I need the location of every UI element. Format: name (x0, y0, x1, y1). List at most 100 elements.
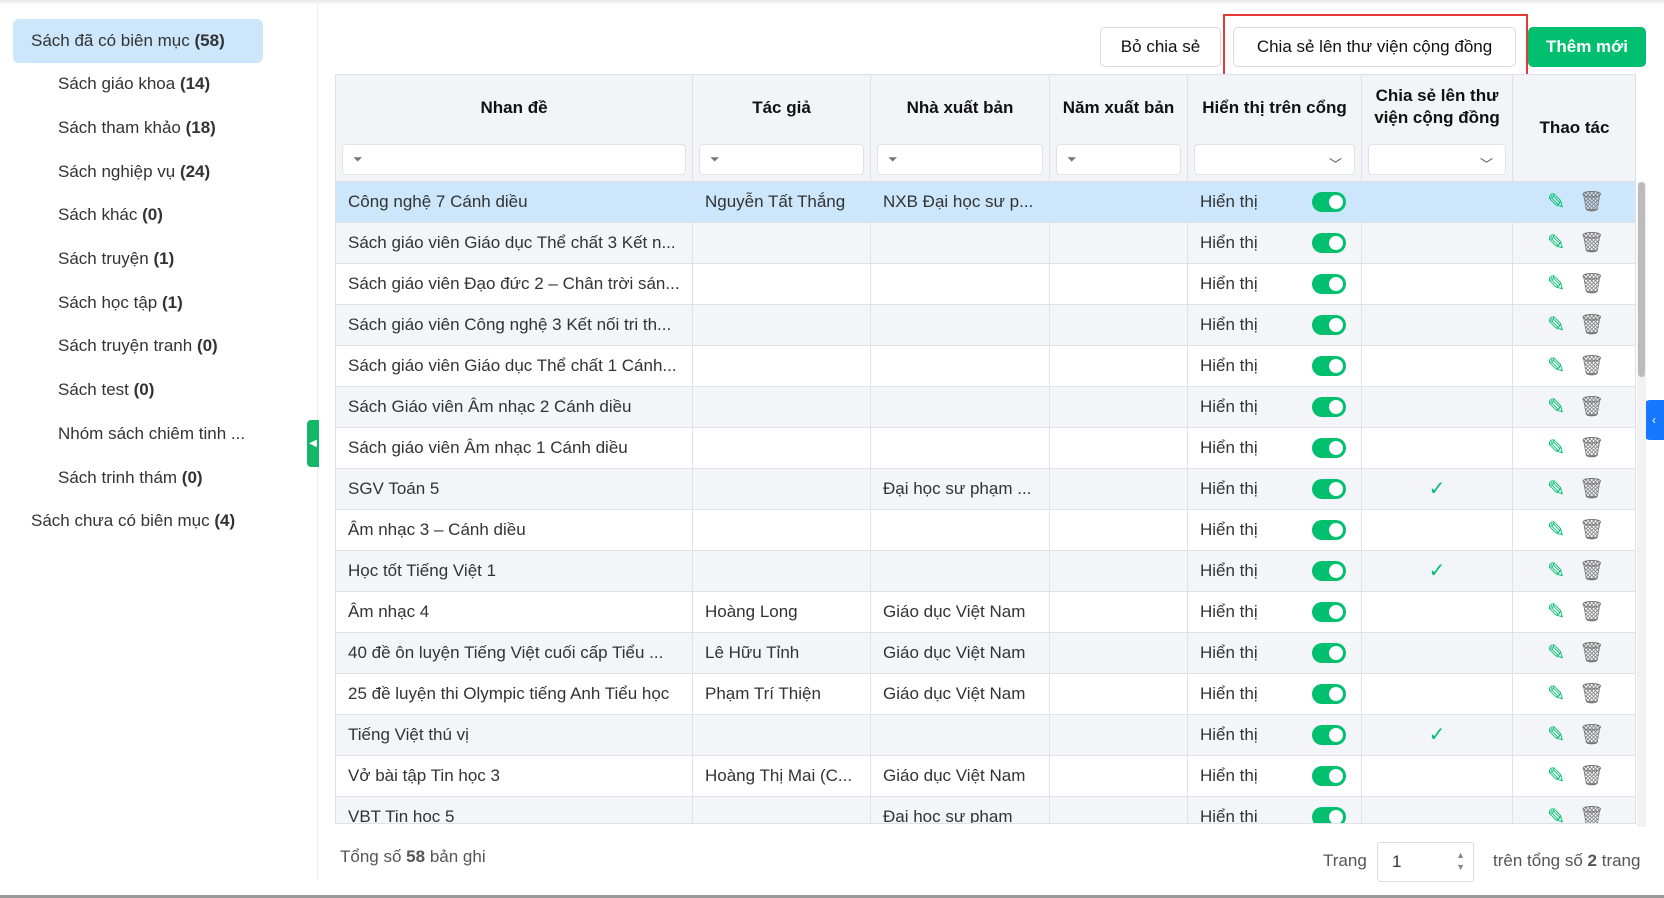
display-toggle[interactable] (1312, 520, 1346, 540)
edit-icon[interactable]: ✎ (1547, 797, 1565, 823)
trash-icon[interactable]: 🗑︎ (1579, 346, 1604, 386)
sidebar-item-category[interactable]: Sách truyện (1) (58, 237, 174, 281)
edit-icon[interactable]: ✎ (1547, 428, 1565, 468)
sidebar-item-category[interactable]: Sách nghiệp vụ (24) (58, 150, 210, 194)
display-toggle[interactable] (1312, 397, 1346, 417)
table-row[interactable]: Âm nhạc 4 Hoàng Long Giáo dục Việt Nam Hiển… (336, 592, 1635, 633)
trash-icon[interactable]: 🗑︎ (1579, 797, 1604, 823)
display-toggle[interactable] (1312, 315, 1346, 335)
cell-year (1050, 674, 1188, 714)
publisher-filter-input[interactable]: ⏷ (877, 144, 1043, 175)
cell-author (693, 797, 871, 823)
table-row[interactable]: 25 đề luyện thi Olympic tiếng Anh Tiểu h… (336, 674, 1635, 715)
display-toggle[interactable] (1312, 438, 1346, 458)
display-toggle[interactable] (1312, 233, 1346, 253)
sidebar-item-label: Sách học tập (58, 293, 158, 312)
display-toggle[interactable] (1312, 561, 1346, 581)
trash-icon[interactable]: 🗑︎ (1579, 756, 1604, 796)
display-filter-select[interactable]: ﹀ (1194, 144, 1355, 175)
page-input[interactable]: 1 ▲ ▼ (1377, 842, 1474, 882)
year-filter-input[interactable]: ⏷ (1056, 144, 1181, 175)
edit-icon[interactable]: ✎ (1547, 469, 1565, 509)
display-toggle[interactable] (1312, 766, 1346, 786)
table-row[interactable]: Sách giáo viên Giáo dục Thể chất 1 Cánh.… (336, 346, 1635, 387)
sidebar-item-category[interactable]: Nhóm sách chiêm tinh ... (58, 412, 245, 456)
edit-icon[interactable]: ✎ (1547, 387, 1565, 427)
trash-icon[interactable]: 🗑︎ (1579, 428, 1604, 468)
cell-display: Hiển thị (1188, 428, 1362, 468)
edit-icon[interactable]: ✎ (1547, 633, 1565, 673)
collapse-sidebar-button[interactable]: ◀ (307, 420, 319, 467)
table-row[interactable]: Sách giáo viên Giáo dục Thể chất 3 Kết n… (336, 223, 1635, 264)
edit-icon[interactable]: ✎ (1547, 551, 1565, 591)
trash-icon[interactable]: 🗑︎ (1579, 674, 1604, 714)
edit-icon[interactable]: ✎ (1547, 510, 1565, 550)
trash-icon[interactable]: 🗑︎ (1579, 223, 1604, 263)
sidebar-item-category[interactable]: Sách truyện tranh (0) (58, 324, 218, 368)
display-toggle[interactable] (1312, 192, 1346, 212)
trash-icon[interactable]: 🗑︎ (1579, 182, 1604, 222)
display-toggle[interactable] (1312, 356, 1346, 376)
sidebar-item-category[interactable]: Sách tham khảo (18) (58, 106, 216, 150)
table-row[interactable]: VBT Tin học 5 Đại học sư phạm Hiển thị ✎ 🗑︎ (336, 797, 1635, 823)
table-row[interactable]: 40 đề ôn luyện Tiếng Việt cuối cấp Tiểu … (336, 633, 1635, 674)
edit-icon[interactable]: ✎ (1547, 305, 1565, 345)
edit-icon[interactable]: ✎ (1547, 756, 1565, 796)
edit-icon[interactable]: ✎ (1547, 346, 1565, 386)
edit-icon[interactable]: ✎ (1547, 264, 1565, 304)
table-row[interactable]: Vở bài tập Tin học 3 Hoàng Thị Mai (C... G… (336, 756, 1635, 797)
expand-panel-button[interactable]: ‹ (1644, 400, 1664, 440)
sidebar-item-uncataloged[interactable]: Sách chưa có biên mục (4) (31, 499, 235, 543)
author-filter-input[interactable]: ⏷ (699, 144, 864, 175)
display-toggle[interactable] (1312, 684, 1346, 704)
trash-icon[interactable]: 🗑︎ (1579, 551, 1604, 591)
table-row[interactable]: Sách giáo viên Âm nhạc 1 Cánh diều Hiển t… (336, 428, 1635, 469)
table-scrollbar[interactable] (1637, 182, 1646, 827)
edit-icon[interactable]: ✎ (1547, 223, 1565, 263)
table-row[interactable]: Tiếng Việt thú vị Hiển thị ✓ ✎ 🗑︎ (336, 715, 1635, 756)
sidebar-item-category[interactable]: Sách test (0) (58, 368, 154, 412)
display-toggle[interactable] (1312, 602, 1346, 622)
table-row[interactable]: Học tốt Tiếng Việt 1 Hiển thị ✓ ✎ 🗑︎ (336, 551, 1635, 592)
table-row[interactable]: SGV Toán 5 Đại học sư phạm ... Hiển thị ✓ ✎ 🗑… (336, 469, 1635, 510)
sidebar-item-cataloged[interactable]: Sách đã có biên mục (58) (13, 19, 263, 63)
display-toggle[interactable] (1312, 479, 1346, 499)
page-spinner[interactable]: ▲ ▼ (1456, 849, 1465, 873)
sidebar-item-category[interactable]: Sách trinh thám (0) (58, 456, 203, 500)
cell-publisher (871, 551, 1050, 591)
display-toggle[interactable] (1312, 643, 1346, 663)
display-toggle[interactable] (1312, 807, 1346, 823)
trash-icon[interactable]: 🗑︎ (1579, 715, 1604, 755)
trash-icon[interactable]: 🗑︎ (1579, 592, 1604, 632)
display-toggle[interactable] (1312, 274, 1346, 294)
column-label: Nhà xuất bản (906, 98, 1014, 117)
trash-icon[interactable]: 🗑︎ (1579, 264, 1604, 304)
trash-icon[interactable]: 🗑︎ (1579, 387, 1604, 427)
sidebar-item-category[interactable]: Sách khác (0) (58, 193, 163, 237)
unshare-button[interactable]: Bỏ chia sẻ (1100, 27, 1221, 67)
table-row[interactable]: Sách Giáo viên Âm nhạc 2 Cánh diều Hiển t… (336, 387, 1635, 428)
cell-author: Hoàng Thị Mai (C... (693, 756, 871, 796)
sidebar-item-category[interactable]: Sách học tập (1) (58, 281, 183, 325)
trash-icon[interactable]: 🗑︎ (1579, 510, 1604, 550)
trash-icon[interactable]: 🗑︎ (1579, 305, 1604, 345)
cell-shared (1362, 264, 1513, 304)
table-row[interactable]: Sách giáo viên Công nghệ 3 Kết nối tri t… (336, 305, 1635, 346)
sidebar-item-category[interactable]: Sách giáo khoa (14) (58, 62, 210, 106)
add-new-button[interactable]: Thêm mới (1528, 27, 1646, 67)
trash-icon[interactable]: 🗑︎ (1579, 469, 1604, 509)
table-row[interactable]: Công nghệ 7 Cánh diều Nguyễn Tất Thắng NXB… (336, 182, 1635, 223)
cell-display: Hiển thị (1188, 715, 1362, 755)
edit-icon[interactable]: ✎ (1547, 674, 1565, 714)
table-row[interactable]: Âm nhạc 3 – Cánh diều Hiển thị ✎ 🗑︎ (336, 510, 1635, 551)
title-filter-input[interactable]: ⏷ (342, 144, 686, 175)
edit-icon[interactable]: ✎ (1547, 182, 1565, 222)
trash-icon[interactable]: 🗑︎ (1579, 633, 1604, 673)
display-toggle[interactable] (1312, 725, 1346, 745)
scrollbar-thumb[interactable] (1638, 182, 1645, 377)
table-row[interactable]: Sách giáo viên Đạo đức 2 – Chân trời sán… (336, 264, 1635, 305)
shared-filter-select[interactable]: ﹀ (1368, 144, 1506, 175)
edit-icon[interactable]: ✎ (1547, 715, 1565, 755)
edit-icon[interactable]: ✎ (1547, 592, 1565, 632)
cell-year (1050, 346, 1188, 386)
